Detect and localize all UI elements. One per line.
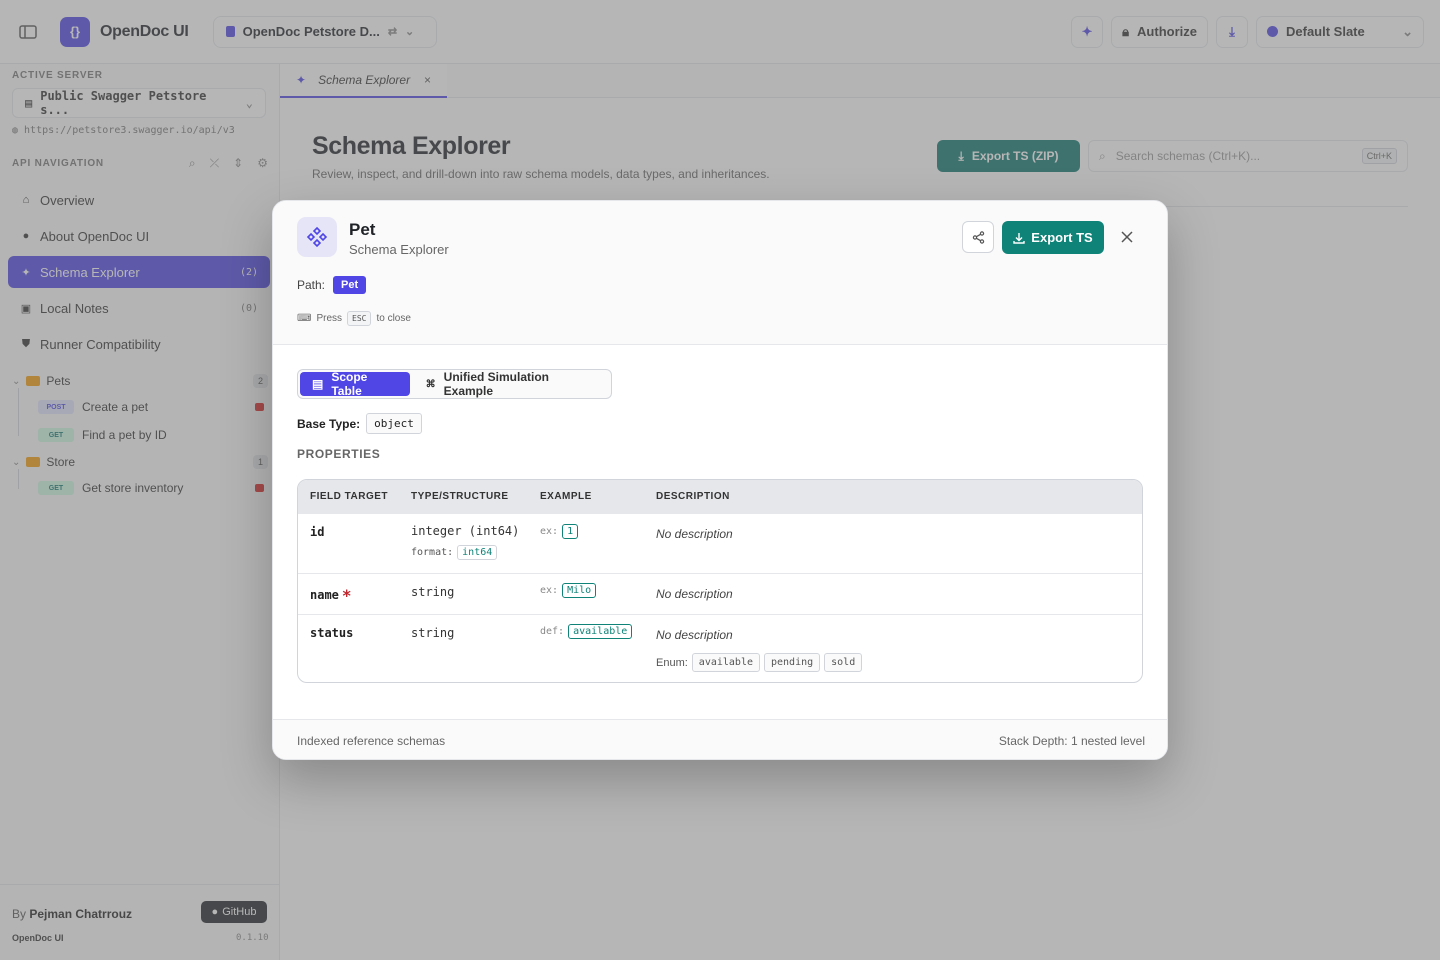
breadcrumb: Path: Pet	[297, 276, 367, 294]
type-cell: integer (int64) format: int64	[411, 524, 519, 560]
enum-chip: sold	[824, 653, 863, 672]
example-prefix: def:	[540, 626, 565, 637]
tab-label: Unified Simulation Example	[443, 370, 549, 398]
field-description: No description	[656, 587, 733, 601]
table-row: status string def: available No descript…	[298, 614, 1142, 682]
modal-close-button[interactable]	[1115, 225, 1139, 249]
share-button[interactable]	[962, 221, 994, 253]
field-name: status	[310, 626, 354, 640]
example-prefix: ex:	[540, 526, 559, 537]
table-row: name * string ex: Milo No description	[298, 573, 1142, 614]
footer-left-text: Indexed reference schemas	[297, 734, 446, 748]
share-icon	[972, 230, 984, 244]
esc-hint: ⌨ Press ESC to close	[297, 311, 411, 326]
base-type: Base Type: object	[297, 413, 422, 434]
enum-label: Enum:	[656, 656, 688, 669]
tab-label: Scope Table	[331, 370, 368, 398]
required-marker: *	[341, 586, 352, 605]
export-ts-button[interactable]: Export TS	[1002, 221, 1104, 254]
example-cell: def: available	[540, 624, 633, 639]
field-name: id	[310, 525, 325, 539]
field-name-text: name	[310, 588, 339, 602]
field-type: string	[411, 585, 455, 599]
schema-modal: Pet Schema Explorer Export TS Path: Pet …	[272, 200, 1168, 760]
table-header: FIELD TARGET TYPE/STRUCTURE EXAMPLE DESC…	[298, 480, 1142, 513]
format-info: format: int64	[411, 545, 519, 560]
field-type: integer (int64)	[411, 524, 520, 538]
example-chip: Milo	[562, 583, 597, 598]
field-description: No description	[656, 628, 733, 642]
field-type: string	[411, 626, 455, 640]
enum-values: Enum: available pending sold	[656, 653, 863, 672]
modal-title: Pet	[349, 220, 376, 239]
field-name: name *	[310, 584, 352, 605]
tab-scope-table[interactable]: ▤ Scope Table	[300, 370, 410, 398]
example-cell: ex: 1	[540, 524, 579, 539]
schema-icon	[297, 217, 337, 257]
table-icon: ▤	[312, 377, 324, 391]
modal-subtitle: Schema Explorer	[349, 242, 449, 257]
enum-chip: available	[691, 653, 760, 672]
modal-header: Pet Schema Explorer Export TS Path: Pet …	[273, 201, 1167, 345]
export-ts-label: Export TS	[1031, 230, 1093, 245]
enum-chip: pending	[763, 653, 821, 672]
example-chip: 1	[562, 524, 579, 539]
path-chip[interactable]: Pet	[333, 276, 367, 294]
tab-simulation-example[interactable]: ⌘ Unified Simulation Example	[414, 370, 609, 398]
column-header: FIELD TARGET	[310, 491, 389, 502]
base-type-label: Base Type:	[297, 416, 361, 431]
properties-heading: PROPERTIES	[297, 447, 381, 461]
example-cell: ex: Milo	[540, 583, 597, 598]
esc-prefix: Press	[316, 313, 342, 324]
view-toggle: ▤ Scope Table ⌘ Unified Simulation Examp…	[297, 369, 612, 399]
format-label: format:	[411, 547, 454, 558]
column-header: DESCRIPTION	[656, 491, 730, 502]
esc-suffix: to close	[376, 313, 411, 324]
example-prefix: ex:	[540, 585, 559, 596]
stack-depth: Stack Depth: 1 nested level	[998, 734, 1145, 748]
esc-key: ESC	[347, 311, 372, 326]
close-icon	[1121, 231, 1133, 243]
field-description: No description	[656, 527, 733, 541]
description-cell: No description Enum: available pending s…	[656, 628, 863, 672]
base-type-value: object	[366, 413, 422, 434]
modal-footer: Indexed reference schemas Stack Depth: 1…	[273, 719, 1167, 759]
properties-table: FIELD TARGET TYPE/STRUCTURE EXAMPLE DESC…	[297, 479, 1143, 683]
keyboard-icon: ⌨	[297, 313, 312, 324]
column-header: EXAMPLE	[540, 491, 592, 502]
braces-icon: ⌘	[425, 378, 436, 390]
download-icon	[1013, 232, 1025, 244]
format-chip: int64	[457, 545, 498, 560]
example-chip: available	[568, 624, 633, 639]
column-header: TYPE/STRUCTURE	[411, 491, 509, 502]
path-label: Path:	[297, 278, 326, 292]
table-row: id integer (int64) format: int64 ex: 1 N…	[298, 513, 1142, 573]
